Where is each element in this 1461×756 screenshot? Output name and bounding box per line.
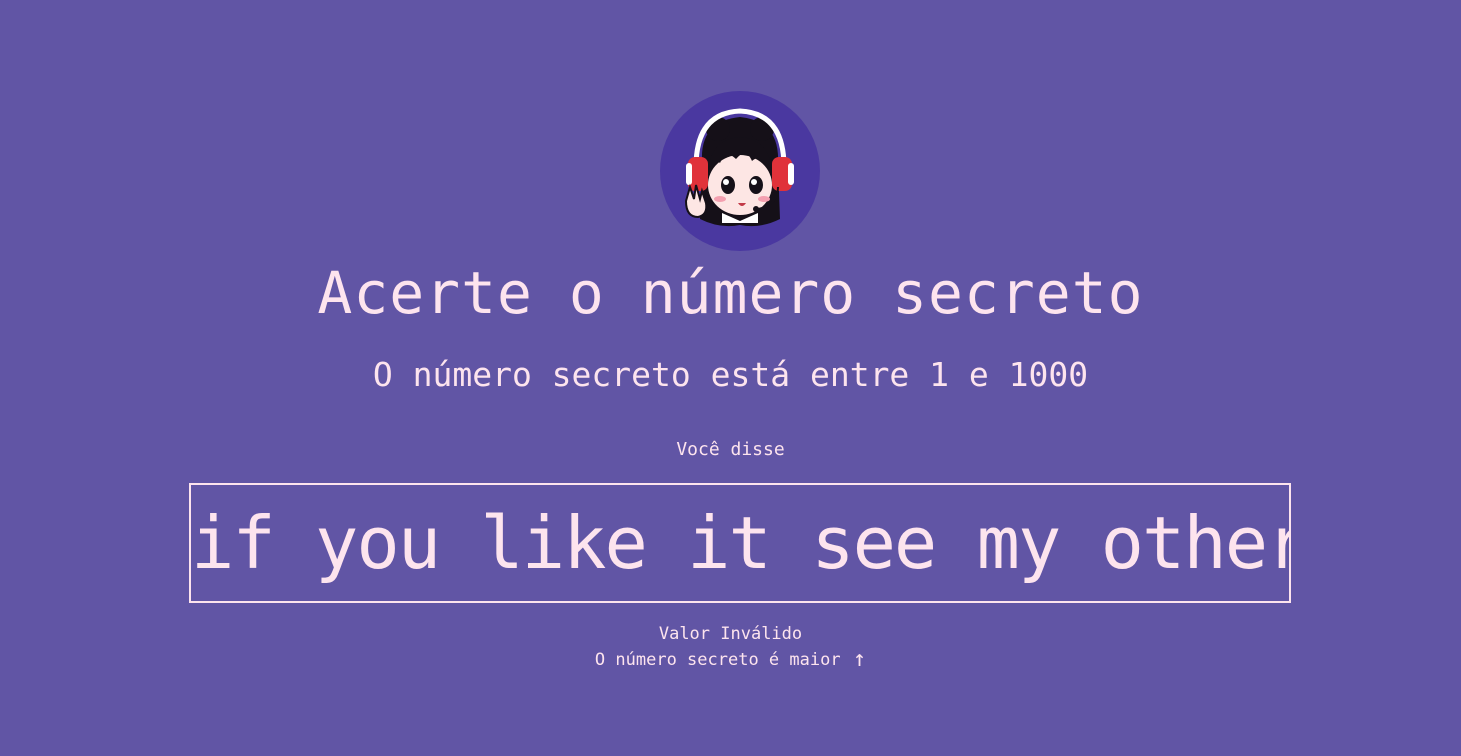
hint-direction-message: O número secreto é maior ↑ <box>0 648 1461 672</box>
girl-headphones-icon <box>684 108 794 227</box>
range-subtitle: O número secreto está entre 1 e 1000 <box>372 355 1089 394</box>
game-screen: Acerte o número secreto O número secreto… <box>0 0 1461 756</box>
guess-text: if you like it see my other projects <box>191 501 1289 585</box>
guess-display-box: if you like it see my other projects <box>189 483 1291 603</box>
invalid-value-message: Valor Inválido <box>658 624 803 644</box>
you-said-label: Você disse <box>676 439 785 460</box>
arrow-up-icon: ↑ <box>852 647 867 672</box>
hint-direction-text: O número secreto é maior <box>594 650 841 670</box>
page-title: Acerte o número secreto <box>317 259 1144 327</box>
avatar <box>660 91 820 251</box>
